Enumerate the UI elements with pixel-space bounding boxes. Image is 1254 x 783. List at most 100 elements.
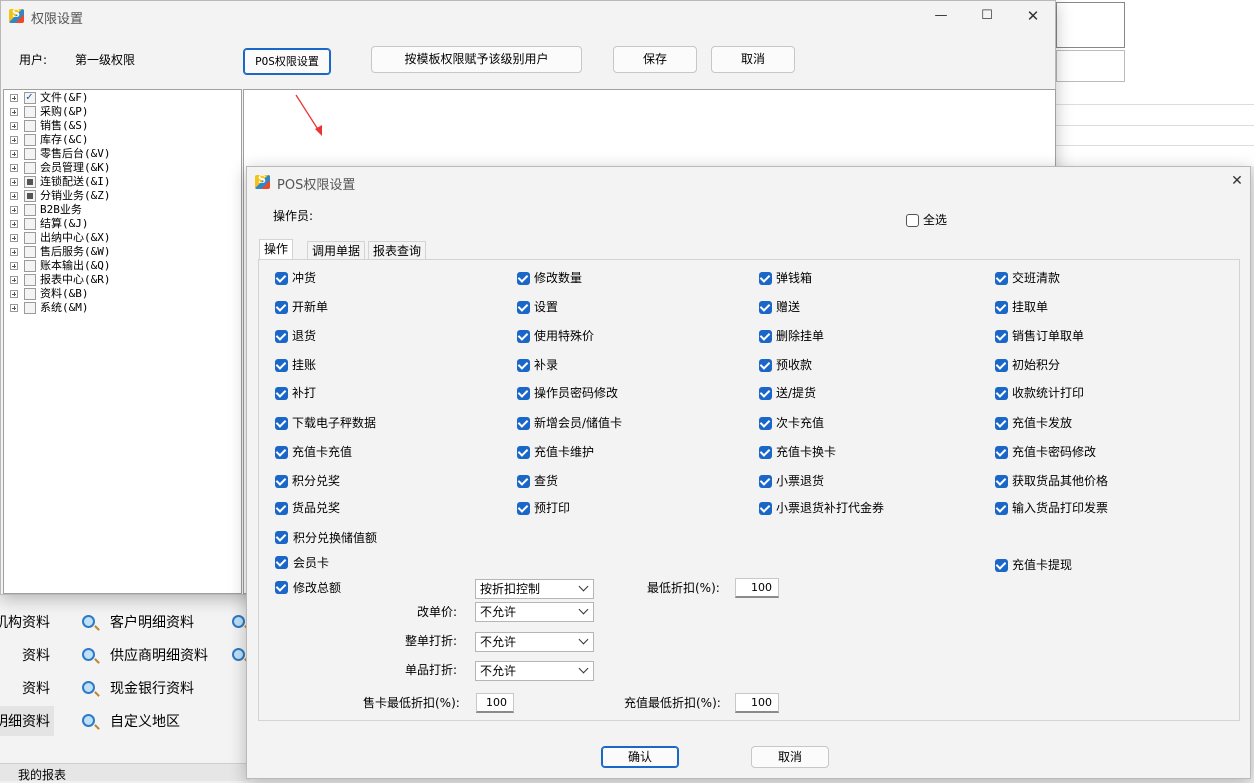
dialog-close-button[interactable]: ✕ — [1227, 172, 1247, 190]
permission-checkbox[interactable] — [759, 301, 772, 314]
permission-checkbox[interactable] — [517, 301, 530, 314]
permission-checkbox[interactable] — [517, 475, 530, 488]
permission-checkbox[interactable] — [517, 417, 530, 430]
permission-checkbox[interactable] — [275, 446, 288, 459]
tree-checkbox[interactable] — [24, 232, 36, 244]
permission-checkbox[interactable] — [275, 417, 288, 430]
bg-list-item[interactable]: 供应商明细资料 — [82, 645, 242, 667]
bg-list-item[interactable]: 现金银行资料 — [82, 678, 242, 700]
permission-checkbox[interactable] — [517, 502, 530, 515]
bg-list-item[interactable]: 资料 — [22, 645, 50, 665]
recharge-min-discount-input[interactable]: 100 — [735, 693, 779, 713]
card-min-discount-input[interactable]: 100 — [476, 693, 514, 713]
permission-checkbox[interactable] — [759, 446, 772, 459]
permission-checkbox[interactable] — [995, 475, 1008, 488]
bg-list-item[interactable]: 机构资料 — [0, 612, 50, 632]
expand-icon[interactable] — [10, 150, 18, 158]
item-discount-select[interactable]: 不允许 — [475, 661, 594, 681]
permission-checkbox[interactable] — [995, 502, 1008, 515]
expand-icon[interactable] — [10, 206, 18, 214]
bg-list-item[interactable]: 自定义地区 — [82, 711, 242, 733]
expand-icon[interactable] — [10, 234, 18, 242]
change-price-select[interactable]: 不允许 — [475, 602, 594, 622]
permission-checkbox[interactable] — [275, 502, 288, 515]
permission-checkbox[interactable] — [759, 502, 772, 515]
bg-list-item[interactable]: 明细资料 — [0, 711, 50, 731]
expand-icon[interactable] — [10, 220, 18, 228]
min-discount-input[interactable]: 100 — [735, 578, 779, 598]
expand-icon[interactable] — [10, 248, 18, 256]
permission-checkbox[interactable] — [995, 387, 1008, 400]
tree-checkbox[interactable] — [24, 106, 36, 118]
tree-checkbox[interactable] — [24, 176, 36, 188]
expand-icon[interactable] — [10, 178, 18, 186]
tree-checkbox[interactable] — [24, 134, 36, 146]
minimize-button[interactable]: — — [931, 7, 951, 25]
modify-total-checkbox[interactable] — [275, 581, 288, 594]
permission-checkbox[interactable] — [275, 359, 288, 372]
tab-report-query[interactable]: 报表查询 — [368, 241, 427, 260]
permission-checkbox[interactable] — [275, 272, 288, 285]
permission-checkbox[interactable] — [759, 359, 772, 372]
permission-checkbox[interactable] — [517, 359, 530, 372]
tab-call-documents[interactable]: 调用单据 — [307, 241, 366, 260]
tree-checkbox[interactable] — [24, 90, 36, 104]
permission-checkbox[interactable] — [759, 387, 772, 400]
dialog-cancel-button[interactable]: 取消 — [751, 746, 829, 768]
expand-icon[interactable] — [10, 164, 18, 172]
confirm-button[interactable]: 确认 — [601, 746, 679, 768]
permission-checkbox[interactable] — [275, 301, 288, 314]
tree-checkbox[interactable] — [24, 274, 36, 286]
card-withdraw-checkbox[interactable] — [995, 559, 1008, 572]
expand-icon[interactable] — [10, 192, 18, 200]
permission-checkbox[interactable] — [759, 417, 772, 430]
expand-icon[interactable] — [10, 262, 18, 270]
tree-checkbox[interactable] — [24, 204, 36, 216]
maximize-button[interactable]: ☐ — [977, 7, 997, 25]
select-all-checkbox[interactable] — [906, 214, 919, 227]
bg-list-item[interactable]: 客户明细资料 — [82, 612, 242, 634]
permission-checkbox[interactable] — [275, 475, 288, 488]
permission-tree[interactable]: 文件(&F)采购(&P)销售(&S)库存(&C)零售后台(&V)会员管理(&K)… — [3, 89, 242, 594]
permission-checkbox[interactable] — [995, 446, 1008, 459]
expand-icon[interactable] — [10, 276, 18, 284]
pos-permission-button[interactable]: POS权限设置 — [243, 48, 331, 75]
permission-checkbox[interactable] — [517, 446, 530, 459]
tree-checkbox[interactable] — [24, 120, 36, 132]
member-card-checkbox[interactable] — [275, 556, 288, 569]
permission-checkbox[interactable] — [275, 387, 288, 400]
tree-checkbox[interactable] — [24, 302, 36, 314]
permission-checkbox[interactable] — [517, 272, 530, 285]
tree-checkbox[interactable] — [24, 260, 36, 272]
permission-checkbox[interactable] — [995, 272, 1008, 285]
points-stored-checkbox[interactable] — [275, 531, 288, 544]
permission-checkbox[interactable] — [995, 417, 1008, 430]
permission-checkbox[interactable] — [995, 359, 1008, 372]
save-button[interactable]: 保存 — [613, 46, 697, 73]
permission-checkbox[interactable] — [275, 330, 288, 343]
permission-checkbox[interactable] — [517, 330, 530, 343]
tree-checkbox[interactable] — [24, 162, 36, 174]
permission-checkbox[interactable] — [995, 301, 1008, 314]
expand-icon[interactable] — [10, 122, 18, 130]
permission-checkbox[interactable] — [759, 330, 772, 343]
expand-icon[interactable] — [10, 94, 18, 102]
permission-checkbox[interactable] — [759, 475, 772, 488]
expand-icon[interactable] — [10, 304, 18, 312]
expand-icon[interactable] — [10, 108, 18, 116]
permission-checkbox[interactable] — [759, 272, 772, 285]
tree-checkbox[interactable] — [24, 246, 36, 258]
tree-checkbox[interactable] — [24, 288, 36, 300]
whole-discount-select[interactable]: 不允许 — [475, 632, 594, 652]
expand-icon[interactable] — [10, 290, 18, 298]
apply-template-button[interactable]: 按模板权限赋予该级别用户 — [371, 46, 582, 73]
close-button[interactable]: ✕ — [1023, 7, 1043, 25]
expand-icon[interactable] — [10, 136, 18, 144]
discount-mode-select[interactable]: 按折扣控制 — [475, 579, 594, 599]
tree-checkbox[interactable] — [24, 218, 36, 230]
permission-checkbox[interactable] — [995, 330, 1008, 343]
tree-checkbox[interactable] — [24, 148, 36, 160]
bg-list-item[interactable]: 资料 — [22, 678, 50, 698]
permission-checkbox[interactable] — [517, 387, 530, 400]
tree-checkbox[interactable] — [24, 190, 36, 202]
